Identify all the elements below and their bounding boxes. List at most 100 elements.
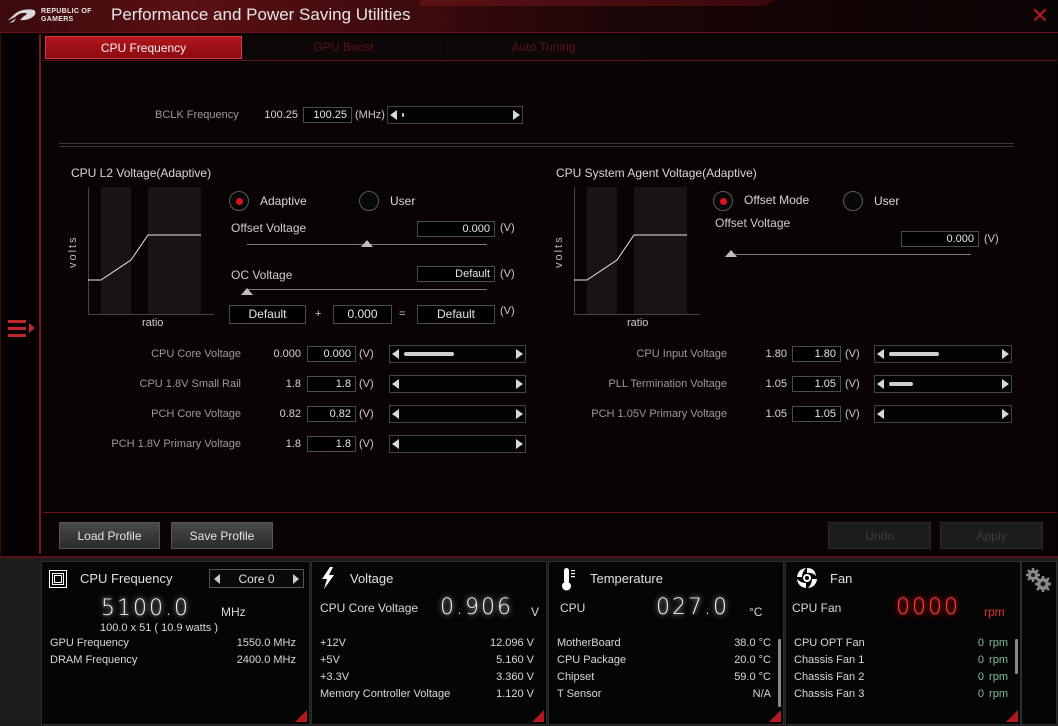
load-profile-button[interactable]: Load Profile bbox=[59, 522, 160, 549]
slider-left-arrow-icon[interactable] bbox=[390, 110, 397, 120]
tab-auto-tuning[interactable]: Auto Tuning bbox=[445, 36, 642, 59]
lightning-icon bbox=[322, 567, 334, 589]
l2-oc-slider-thumb[interactable] bbox=[241, 288, 253, 295]
slider-fill bbox=[404, 352, 454, 356]
close-icon: ✕ bbox=[1030, 3, 1050, 28]
cpu-fan-label: CPU Fan bbox=[792, 601, 842, 615]
voltage-row-slider[interactable] bbox=[389, 405, 526, 423]
l2-offset-slider-thumb[interactable] bbox=[361, 240, 373, 247]
slider-right-arrow-icon[interactable] bbox=[1002, 409, 1009, 419]
close-button[interactable]: ✕ bbox=[1029, 5, 1051, 27]
fan-row-unit: rpm bbox=[989, 637, 1008, 649]
l2-radio-adaptive-label: Adaptive bbox=[260, 194, 307, 208]
slider-right-arrow-icon[interactable] bbox=[516, 439, 523, 449]
temperature-card: Temperature CPU 027.0 °C MotherBoard 38.0… bbox=[548, 561, 784, 725]
voltage-row-input[interactable]: 0.000 bbox=[307, 346, 356, 362]
monitor-row-value: 38.0 °C bbox=[734, 637, 771, 649]
voltage-row-slider[interactable] bbox=[389, 345, 526, 363]
core-selector[interactable]: Core 0 bbox=[209, 569, 304, 588]
slider-left-arrow-icon[interactable] bbox=[392, 439, 399, 449]
bclk-input[interactable]: 100.25 bbox=[303, 107, 352, 123]
l2-radio-user[interactable] bbox=[359, 191, 379, 211]
divider bbox=[59, 143, 1014, 144]
menu-icon-bar bbox=[8, 320, 26, 323]
slider-right-arrow-icon[interactable] bbox=[516, 379, 523, 389]
voltage-card-title: Voltage bbox=[350, 571, 394, 586]
sa-radio-user[interactable] bbox=[843, 191, 863, 211]
voltage-row-slider[interactable] bbox=[874, 405, 1012, 423]
slider-left-arrow-icon[interactable] bbox=[877, 379, 884, 389]
slider-right-arrow-icon[interactable] bbox=[516, 409, 523, 419]
sa-offset-track[interactable] bbox=[731, 254, 971, 255]
slider-left-arrow-icon[interactable] bbox=[392, 379, 399, 389]
slider-left-arrow-icon[interactable] bbox=[392, 349, 399, 359]
voltage-row-input[interactable]: 1.05 bbox=[792, 406, 841, 422]
sa-radio-offset-mode[interactable] bbox=[713, 191, 733, 211]
voltage-row-unit: (V) bbox=[359, 438, 374, 450]
fan-row-unit: rpm bbox=[989, 671, 1008, 683]
monitor-row-value: 3.360 V bbox=[496, 671, 534, 683]
slider-fill bbox=[889, 352, 939, 356]
slider-left-arrow-icon[interactable] bbox=[877, 349, 884, 359]
apply-button[interactable]: Apply bbox=[940, 522, 1043, 549]
voltage-row-slider[interactable] bbox=[389, 435, 526, 453]
slider-left-arrow-icon[interactable] bbox=[392, 409, 399, 419]
l2-oc-track[interactable] bbox=[247, 289, 487, 290]
expand-corner-button[interactable] bbox=[532, 710, 544, 722]
fan-row-label: CPU OPT Fan bbox=[794, 637, 865, 649]
expand-corner-button[interactable] bbox=[1006, 710, 1018, 722]
sa-offset-slider-thumb[interactable] bbox=[725, 250, 737, 257]
l2-offset-input[interactable]: 0.000 bbox=[417, 221, 495, 237]
slider-right-arrow-icon[interactable] bbox=[513, 110, 520, 120]
core-next-arrow-icon[interactable] bbox=[293, 574, 299, 584]
fan-scrollbar[interactable] bbox=[1015, 639, 1018, 674]
fan-row-unit: rpm bbox=[989, 688, 1008, 700]
l2-radio-adaptive[interactable] bbox=[229, 191, 249, 211]
monitor-row-label: GPU Frequency bbox=[50, 637, 129, 649]
sa-offset-input[interactable]: 0.000 bbox=[901, 231, 979, 247]
cpu-frequency-unit: MHz bbox=[221, 605, 246, 619]
monitor-row-value: 1550.0 MHz bbox=[236, 637, 296, 649]
voltage-row-input[interactable]: 1.80 bbox=[792, 346, 841, 362]
voltage-row-input[interactable]: 1.8 bbox=[307, 436, 356, 452]
l2-radio-user-label: User bbox=[390, 194, 416, 208]
undo-button[interactable]: Undo bbox=[828, 522, 931, 549]
cpu-chip-icon bbox=[49, 570, 67, 588]
monitor-row-label: +12V bbox=[320, 637, 346, 649]
expand-corner-button[interactable] bbox=[295, 710, 307, 722]
brand-text: REPUBLIC OF GAMERS bbox=[41, 8, 92, 24]
save-profile-button[interactable]: Save Profile bbox=[171, 522, 273, 549]
temperature-scrollbar[interactable] bbox=[778, 639, 781, 707]
slider-right-arrow-icon[interactable] bbox=[516, 349, 523, 359]
menu-toggle-button[interactable] bbox=[7, 319, 37, 341]
main-panel: CPU Frequency GPU Boost Auto Tuning BCLK… bbox=[43, 34, 1057, 554]
voltage-row-input[interactable]: 1.05 bbox=[792, 376, 841, 392]
voltage-row-input[interactable]: 1.8 bbox=[307, 376, 356, 392]
title-decoration bbox=[420, 0, 775, 6]
expand-corner-button[interactable] bbox=[769, 710, 781, 722]
bclk-unit: (MHz) bbox=[355, 109, 385, 121]
fan-icon bbox=[797, 568, 817, 588]
app-title: Performance and Power Saving Utilities bbox=[111, 5, 411, 24]
cpu-temp-value: 027.0 bbox=[656, 595, 729, 620]
slider-right-arrow-icon[interactable] bbox=[1002, 349, 1009, 359]
voltage-row-slider[interactable] bbox=[874, 345, 1012, 363]
divider bbox=[59, 146, 1014, 147]
tab-cpu-frequency[interactable]: CPU Frequency bbox=[45, 36, 242, 59]
voltage-row-current: 1.05 bbox=[765, 378, 787, 390]
settings-gear-icon[interactable] bbox=[1024, 566, 1052, 594]
tab-gpu-boost[interactable]: GPU Boost bbox=[245, 36, 442, 59]
l2-oc-input[interactable]: Default bbox=[417, 266, 495, 282]
monitor-row-label: Chipset bbox=[557, 671, 595, 683]
voltage-row-input[interactable]: 0.82 bbox=[307, 406, 356, 422]
bclk-slider[interactable] bbox=[387, 106, 523, 124]
voltage-row-slider[interactable] bbox=[874, 375, 1012, 393]
cpu-core-voltage-label: CPU Core Voltage bbox=[320, 601, 419, 615]
voltage-row-label: PCH 1.8V Primary Voltage bbox=[111, 438, 241, 450]
voltage-row-label: CPU Core Voltage bbox=[151, 348, 241, 360]
voltage-row-slider[interactable] bbox=[389, 375, 526, 393]
slider-left-arrow-icon[interactable] bbox=[877, 409, 884, 419]
title-bar: REPUBLIC OF GAMERS Performance and Power… bbox=[0, 0, 1058, 33]
slider-right-arrow-icon[interactable] bbox=[1002, 379, 1009, 389]
equals-sign: = bbox=[399, 308, 406, 320]
